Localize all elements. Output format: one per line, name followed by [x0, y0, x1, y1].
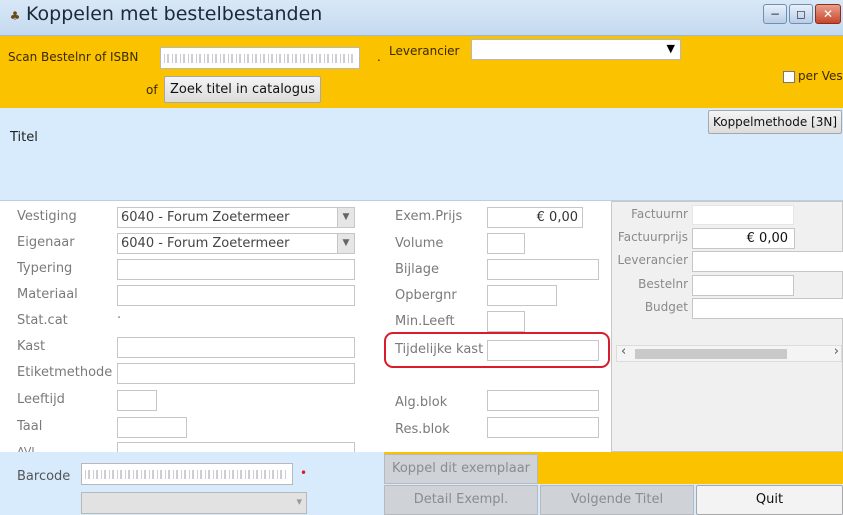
title-bar[interactable]: ♣ Koppelen met bestelbestanden − ◻ ✕: [0, 0, 843, 36]
chevron-down-icon: ▼: [666, 42, 675, 55]
opbergnr-label: Opbergnr: [395, 288, 457, 303]
eigenaar-select[interactable]: 6040 - Forum Zoetermeer ▼: [117, 233, 355, 254]
app-icon: ♣: [9, 9, 21, 23]
materiaal-label: Materiaal: [17, 287, 78, 302]
scan-input[interactable]: [160, 47, 360, 69]
titel-panel: Titel Koppelmethode [3N]: [0, 108, 843, 201]
chevron-down-icon: ▼: [337, 234, 354, 253]
factuurprijs-input[interactable]: € 0,00: [692, 228, 795, 249]
application-window: ♣ Koppelen met bestelbestanden − ◻ ✕ Sca…: [0, 0, 843, 515]
min-leeft-input[interactable]: [487, 311, 525, 332]
close-button[interactable]: ✕: [815, 4, 841, 24]
volume-label: Volume: [395, 236, 444, 251]
scan-toolbar: Scan Bestelnr of ISBN . Leverancier ▼ of…: [0, 36, 843, 108]
barcode-label: Barcode: [17, 469, 71, 484]
bottom-bar: Barcode • ▾ Koppel dit exemplaar Detail …: [0, 452, 843, 515]
exem-prijs-label: Exem.Prijs: [395, 209, 463, 224]
leeftijd-label: Leeftijd: [17, 392, 65, 407]
scroll-left-icon[interactable]: ‹: [621, 344, 626, 359]
titel-label: Titel: [10, 130, 38, 145]
highlight-annotation: [384, 332, 610, 368]
etiketmethode-label: Etiketmethode: [17, 365, 113, 380]
zoek-titel-button[interactable]: Zoek titel in catalogus: [164, 76, 321, 103]
detail-exemplaar-button[interactable]: Detail Exempl.: [384, 485, 538, 515]
materiaal-input[interactable]: [117, 285, 355, 306]
barcode-placeholder-icon: [85, 470, 287, 479]
chevron-down-icon: ▾: [296, 495, 302, 508]
etiketmethode-input[interactable]: [117, 363, 355, 384]
typering-label: Typering: [17, 261, 73, 276]
barcode-placeholder-icon: [164, 54, 354, 63]
scan-label: Scan Bestelnr of ISBN: [8, 50, 139, 64]
window-title: Koppelen met bestelbestanden: [26, 3, 323, 25]
typering-input[interactable]: [117, 259, 355, 280]
volgende-titel-button[interactable]: Volgende Titel: [540, 485, 694, 515]
bijlage-label: Bijlage: [395, 262, 439, 277]
eigenaar-value: 6040 - Forum Zoetermeer: [121, 236, 290, 251]
vestiging-select[interactable]: 6040 - Forum Zoetermeer ▼: [117, 207, 355, 228]
koppel-exemplaar-button[interactable]: Koppel dit exemplaar: [384, 454, 538, 484]
factuurnr-label: Factuurnr: [631, 207, 688, 221]
koppelmethode-button[interactable]: Koppelmethode [3N]: [708, 110, 842, 134]
bestelnr-input[interactable]: [692, 275, 794, 296]
leverancier-right-label: Leverancier: [617, 253, 688, 267]
alg-blok-label: Alg.blok: [395, 395, 448, 410]
taal-label: Taal: [17, 419, 43, 434]
leeftijd-input[interactable]: [117, 390, 157, 411]
budget-input[interactable]: [692, 298, 843, 319]
eigenaar-label: Eigenaar: [17, 235, 75, 250]
vestiging-label: Vestiging: [17, 209, 77, 224]
res-blok-input[interactable]: [487, 417, 599, 438]
factuurprijs-label: Factuurprijs: [617, 230, 688, 244]
kast-label: Kast: [17, 339, 46, 354]
exemplaar-select[interactable]: ▾: [81, 492, 307, 514]
minimize-button[interactable]: −: [763, 4, 787, 24]
budget-label: Budget: [644, 300, 688, 314]
scrollbar-thumb[interactable]: [635, 349, 787, 359]
per-vest-label: per Vest.: [798, 69, 843, 83]
res-blok-label: Res.blok: [395, 422, 450, 437]
barcode-input[interactable]: [81, 463, 293, 485]
bestelnr-label: Bestelnr: [638, 277, 688, 291]
leverancier-right-input[interactable]: [692, 251, 843, 272]
quit-button[interactable]: Quit: [696, 485, 843, 515]
maximize-button[interactable]: ◻: [789, 4, 813, 24]
vestiging-value: 6040 - Forum Zoetermeer: [121, 210, 290, 225]
alg-blok-input[interactable]: [487, 390, 599, 411]
statcat-label: Stat.cat: [17, 313, 68, 328]
scroll-right-icon[interactable]: ›: [834, 344, 839, 359]
leverancier-select[interactable]: ▼: [471, 39, 681, 60]
factuurnr-input[interactable]: [692, 205, 794, 225]
leverancier-dot: .: [377, 50, 381, 64]
min-leeft-label: Min.Leeft: [395, 314, 455, 329]
leverancier-label: Leverancier: [389, 44, 460, 58]
of-label: of: [146, 83, 158, 97]
factuur-panel: Factuurnr Factuurprijs € 0,00 Leverancie…: [611, 201, 843, 452]
per-vest-checkbox[interactable]: [783, 71, 795, 83]
exem-prijs-input[interactable]: € 0,00: [487, 207, 583, 228]
opbergnr-input[interactable]: [487, 285, 557, 306]
horizontal-scrollbar[interactable]: ‹ ›: [616, 344, 842, 362]
statcat-marker: ·: [117, 311, 122, 326]
bijlage-input[interactable]: [487, 259, 599, 280]
taal-input[interactable]: [117, 417, 187, 438]
volume-input[interactable]: [487, 233, 525, 254]
required-marker: •: [300, 466, 308, 480]
chevron-down-icon: ▼: [337, 208, 354, 227]
kast-input[interactable]: [117, 337, 355, 358]
